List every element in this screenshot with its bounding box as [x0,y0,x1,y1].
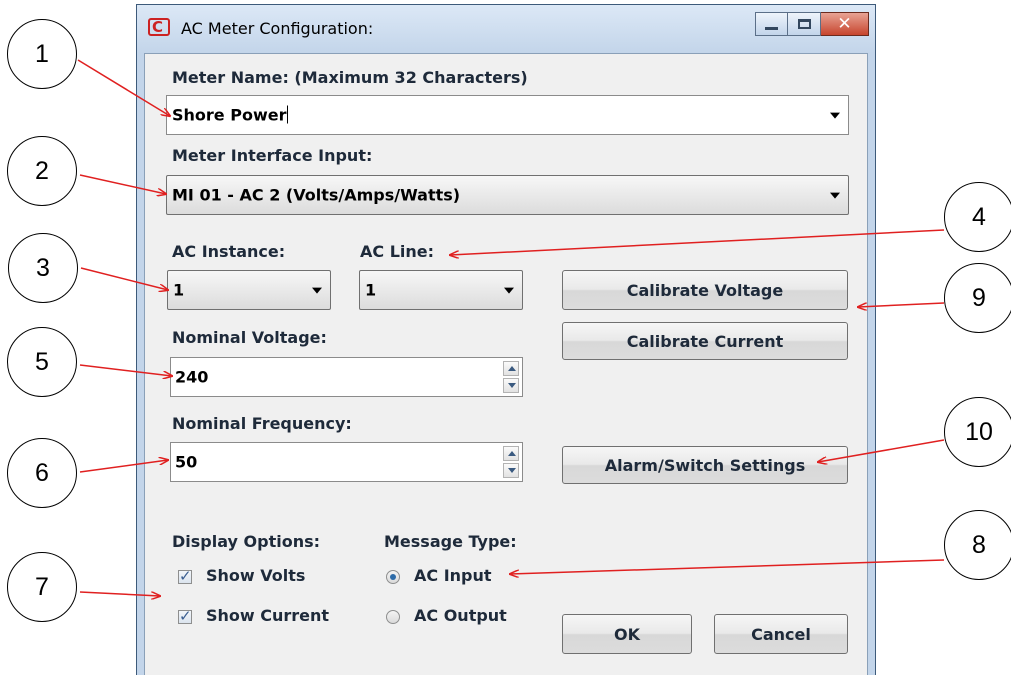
nominal-frequency-label: Nominal Frequency: [172,414,352,433]
window-title: AC Meter Configuration: [181,19,374,38]
chevron-down-icon[interactable] [504,287,514,294]
calibrate-voltage-button[interactable]: Calibrate Voltage [562,270,848,310]
show-volts-label: Show Volts [206,566,306,585]
ok-button[interactable]: OK [562,614,692,654]
nominal-voltage-value: 240 [175,367,209,387]
spin-up-icon[interactable] [503,361,519,376]
close-icon: ✕ [837,14,852,34]
callout-10: 10 [944,397,1011,467]
ac-line-value: 1 [365,280,377,300]
spin-down-icon[interactable] [503,378,519,393]
nominal-voltage-label: Nominal Voltage: [172,328,327,347]
callout-8: 8 [944,510,1011,580]
ac-input-label: AC Input [414,566,492,585]
spin-up-icon[interactable] [503,446,519,461]
cancel-button[interactable]: Cancel [714,614,848,654]
meter-name-combo[interactable]: Shore Power [166,95,849,135]
spin-down-icon[interactable] [503,463,519,478]
nominal-frequency-value: 50 [175,452,198,472]
ac-line-select[interactable]: 1 [359,270,523,310]
ac-instance-label: AC Instance: [172,242,286,261]
interface-input-label: Meter Interface Input: [172,146,373,165]
show-current-checkbox[interactable] [178,607,192,625]
text-caret [287,105,289,124]
ac-input-radio[interactable] [386,570,400,584]
nominal-voltage-spinner[interactable]: 240 [170,357,523,397]
callout-5: 5 [7,327,77,397]
app-logo-icon: C [148,18,170,36]
interface-input-select[interactable]: MI 01 - AC 2 (Volts/Amps/Watts) [166,175,849,215]
minimize-icon [765,26,778,30]
minimize-button[interactable] [755,12,788,36]
meter-name-value: Shore Power [172,105,287,125]
ac-output-label: AC Output [414,606,507,625]
close-button[interactable]: ✕ [821,12,869,36]
alarm-switch-settings-button[interactable]: Alarm/Switch Settings [562,446,848,484]
callout-2: 2 [7,136,77,206]
ac-output-radio[interactable] [386,610,400,624]
maximize-button[interactable] [788,12,821,36]
callout-3: 3 [8,233,78,303]
chevron-down-icon[interactable] [830,192,840,199]
show-volts-checkbox[interactable] [178,567,192,585]
calibrate-current-button[interactable]: Calibrate Current [562,322,848,360]
window-controls: ✕ [755,12,869,38]
chevron-down-icon[interactable] [312,287,322,294]
message-type-label: Message Type: [384,532,517,551]
callout-9: 9 [944,263,1011,333]
maximize-icon [797,19,811,29]
interface-input-value: MI 01 - AC 2 (Volts/Amps/Watts) [172,185,461,205]
nominal-frequency-spinner[interactable]: 50 [170,442,523,482]
callout-1: 1 [7,19,77,89]
chevron-down-icon[interactable] [830,112,840,119]
ac-instance-select[interactable]: 1 [167,270,331,310]
meter-name-text: Shore Power [172,105,289,125]
callout-4: 4 [944,182,1011,252]
ac-instance-value: 1 [173,280,185,300]
meter-name-label: Meter Name: (Maximum 32 Characters) [172,68,528,87]
display-options-label: Display Options: [172,532,321,551]
show-current-label: Show Current [206,606,330,625]
callout-6: 6 [7,438,77,508]
ac-line-label: AC Line: [360,242,435,261]
callout-7: 7 [7,552,77,622]
title-bar[interactable]: C AC Meter Configuration: ✕ [137,5,875,53]
